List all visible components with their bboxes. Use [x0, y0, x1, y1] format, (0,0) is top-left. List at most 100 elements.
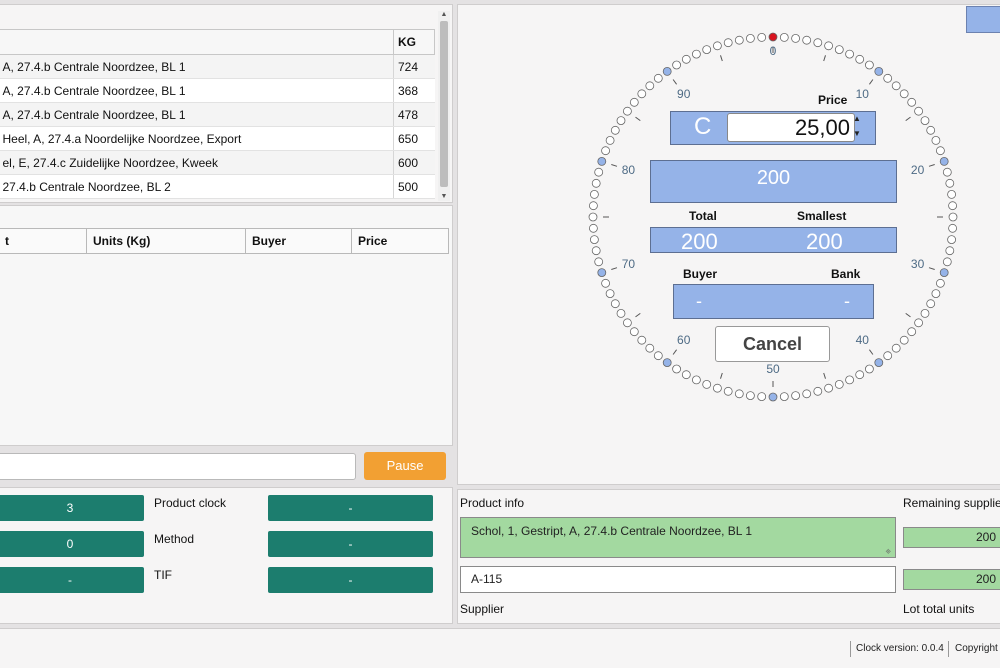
bank-label: Bank	[831, 267, 861, 281]
dial-dot	[855, 370, 865, 380]
dial-number: 60	[677, 333, 691, 347]
dial-dot	[874, 358, 884, 368]
table-row[interactable]: 27.4.b Centrale Noordzee, BL 2 500	[0, 174, 435, 199]
lots-header-kg[interactable]: KG	[393, 29, 435, 55]
product-description: Schol, 1, Gestript, A, 27.4.b Centrale N…	[471, 524, 753, 538]
dial-number: 10	[856, 87, 870, 101]
price-stepper-up-icon[interactable]: ▲	[853, 114, 861, 123]
dial-dot	[802, 35, 812, 45]
table-row[interactable]: el, E, 27.4.c Zuidelijke Noordzee, Kweek…	[0, 150, 435, 175]
price-value: 25,00	[794, 115, 850, 140]
dial-dot	[855, 54, 865, 64]
dial-dot	[629, 327, 639, 337]
dial-dot	[926, 125, 936, 135]
sales-table: t Units (Kg) Buyer Price	[0, 228, 449, 254]
product-info-title: Product info	[460, 496, 525, 510]
dial-dot	[883, 73, 893, 83]
lot-kg: 500	[393, 174, 435, 199]
method-label: Method	[154, 532, 195, 546]
dial-dot	[681, 370, 691, 380]
footer-separator	[948, 641, 949, 657]
supplier-code-field[interactable]: A-115	[460, 566, 896, 593]
scroll-up-arrow-icon[interactable]: ▲	[438, 11, 450, 19]
sales-header-col-1[interactable]: t	[0, 228, 87, 254]
dial-dot	[942, 167, 952, 177]
supplier-code: A-115	[471, 572, 503, 586]
dial-dot	[914, 106, 924, 116]
pause-button[interactable]: Pause	[364, 452, 446, 480]
dial-dot	[616, 308, 626, 318]
dial-dot	[931, 136, 941, 145]
dial-number: 50	[766, 362, 780, 376]
dial-dot	[723, 386, 733, 396]
dial-dot	[947, 189, 957, 199]
price-input[interactable]: 25,00	[727, 113, 855, 142]
price-stepper-down-icon[interactable]: ▼	[853, 129, 861, 138]
lots-scrollbar[interactable]: ▲ ▼	[438, 11, 450, 201]
sales-table-header: t Units (Kg) Buyer Price	[0, 228, 449, 254]
dial-dot	[945, 178, 955, 188]
dial-dot	[645, 343, 655, 353]
dial-dot	[594, 167, 604, 177]
search-input[interactable]	[0, 453, 356, 480]
dial-dot	[945, 246, 955, 256]
dial-dot	[589, 235, 599, 245]
dial-dot	[588, 201, 598, 211]
dial-tick	[928, 164, 935, 167]
dial-number: 80	[622, 163, 636, 177]
dial-dot	[588, 212, 598, 222]
remaining-supplier-value: 200	[975, 530, 996, 544]
dial-dot	[637, 335, 647, 345]
dial-dot	[779, 392, 789, 402]
status-value-3: -	[0, 567, 144, 593]
dial-number: 40	[856, 333, 870, 347]
dial-dot	[899, 335, 909, 345]
product-description-field[interactable]: Schol, 1, Gestript, A, 27.4.b Centrale N…	[460, 517, 896, 558]
dial-dot	[834, 45, 844, 54]
quantity-value: 200	[756, 167, 791, 189]
sales-header-buyer[interactable]: Buyer	[245, 228, 352, 254]
dial-dot	[734, 35, 744, 45]
dial-dot	[745, 391, 755, 401]
dial-dot	[662, 67, 672, 76]
lots-header-product[interactable]	[0, 29, 394, 55]
lot-kg: 368	[393, 78, 435, 103]
clock-version: Clock version: 0.0.4	[856, 643, 944, 654]
status-value-2: 0	[0, 531, 144, 557]
dial-dot	[629, 97, 639, 107]
table-row[interactable]: A, 27.4.b Centrale Noordzee, BL 1 368	[0, 78, 435, 103]
dial-dot	[672, 364, 681, 374]
total-label: Total	[689, 209, 717, 223]
dial-dot	[601, 278, 610, 288]
dial-tick	[672, 79, 678, 85]
dial-dot	[637, 89, 647, 99]
dial-tick	[720, 372, 723, 379]
dial-dot	[723, 38, 733, 48]
sales-header-units[interactable]: Units (Kg)	[86, 228, 246, 254]
dial-dot	[942, 257, 952, 267]
dial-tick	[905, 312, 911, 318]
total-value: 200	[681, 229, 718, 254]
smallest-value: 200	[806, 229, 843, 254]
tif-label: TIF	[154, 568, 172, 582]
table-row[interactable]: A, 27.4.b Centrale Noordzee, BL 1 724	[0, 54, 435, 79]
dial-dot	[920, 116, 930, 125]
dial-dot	[768, 392, 778, 402]
scroll-down-arrow-icon[interactable]: ▼	[438, 193, 450, 201]
sales-header-price[interactable]: Price	[351, 228, 449, 254]
lot-kg: 650	[393, 126, 435, 151]
dial-dot	[653, 73, 663, 83]
lots-list-panel: KG A, 27.4.b Centrale Noordzee, BL 1 724 …	[0, 4, 453, 203]
dial-dot	[768, 32, 778, 42]
table-row[interactable]: A, 27.4.b Centrale Noordzee, BL 1 478	[0, 102, 435, 127]
dial-dot	[891, 81, 901, 91]
dial-tick	[611, 164, 618, 167]
dial-dot	[623, 318, 632, 328]
dial-dot	[802, 389, 812, 399]
dial-dot	[610, 299, 620, 309]
scroll-thumb[interactable]	[440, 21, 448, 187]
cancel-button[interactable]: Cancel	[715, 326, 830, 362]
dial-tick	[905, 116, 911, 122]
dial-tick	[928, 267, 935, 270]
table-row[interactable]: Heel, A, 27.4.a Noordelijke Noordzee, Ex…	[0, 126, 435, 151]
